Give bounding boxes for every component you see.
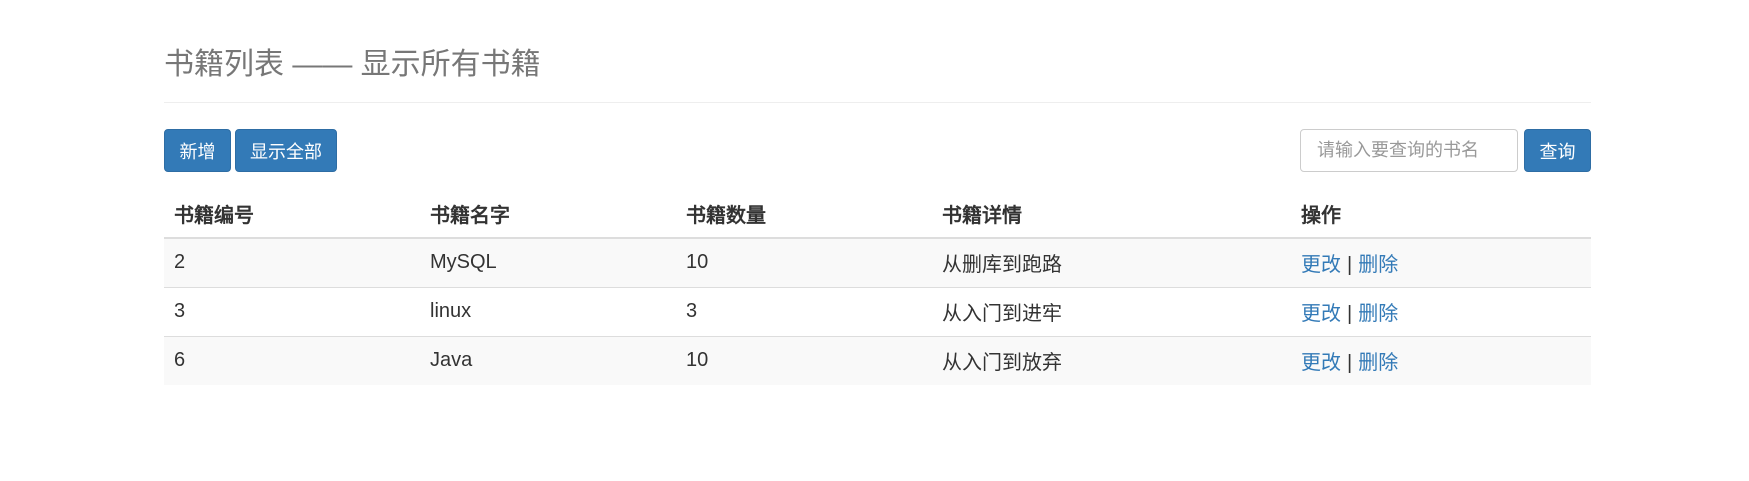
cell-book-id: 3 <box>164 286 420 336</box>
edit-link[interactable]: 更改 <box>1301 303 1341 325</box>
column-header-detail: 书籍详情 <box>932 189 1291 239</box>
column-header-id: 书籍编号 <box>164 189 420 239</box>
action-separator: | <box>1347 254 1353 277</box>
books-table: 书籍编号 书籍名字 书籍数量 书籍详情 操作 2 MySQL 10 从删库到跑路… <box>164 189 1591 385</box>
cell-book-detail: 从入门到进牢 <box>932 286 1291 336</box>
action-separator: | <box>1347 352 1353 375</box>
cell-book-id: 2 <box>164 238 420 287</box>
table-row: 6 Java 10 从入门到放弃 更改 | 删除 <box>164 335 1591 385</box>
column-header-actions: 操作 <box>1291 189 1591 239</box>
table-row: 3 linux 3 从入门到进牢 更改 | 删除 <box>164 286 1591 336</box>
page-title: 书籍列表 —— 显示所有书籍 <box>164 48 541 81</box>
toolbar: 新增 显示全部 查询 <box>164 129 1591 172</box>
edit-link[interactable]: 更改 <box>1301 254 1341 276</box>
column-header-count: 书籍数量 <box>676 189 932 239</box>
page-container: 书籍列表 —— 显示所有书籍 新增 显示全部 查询 书籍编号 书籍名字 书籍数量… <box>164 0 1591 385</box>
table-row: 2 MySQL 10 从删库到跑路 更改 | 删除 <box>164 238 1591 287</box>
cell-book-count: 3 <box>676 286 932 336</box>
delete-link[interactable]: 删除 <box>1358 303 1398 325</box>
show-all-button[interactable]: 显示全部 <box>235 129 337 172</box>
page-header: 书籍列表 —— 显示所有书籍 <box>164 0 1591 103</box>
column-header-name: 书籍名字 <box>420 189 676 239</box>
action-separator: | <box>1347 303 1353 325</box>
cell-book-name: Java <box>420 335 676 385</box>
query-button[interactable]: 查询 <box>1524 129 1591 172</box>
cell-book-count: 10 <box>676 335 932 385</box>
cell-actions: 更改 | 删除 <box>1291 238 1591 287</box>
cell-actions: 更改 | 删除 <box>1291 335 1591 385</box>
cell-book-name: MySQL <box>420 238 676 287</box>
cell-book-detail: 从入门到放弃 <box>932 335 1291 385</box>
cell-book-count: 10 <box>676 238 932 287</box>
book-search-input[interactable] <box>1300 129 1518 172</box>
table-header-row: 书籍编号 书籍名字 书籍数量 书籍详情 操作 <box>164 189 1591 239</box>
delete-link[interactable]: 删除 <box>1358 254 1398 276</box>
add-book-button[interactable]: 新增 <box>164 129 231 172</box>
edit-link[interactable]: 更改 <box>1301 352 1341 374</box>
delete-link[interactable]: 删除 <box>1358 352 1398 374</box>
cell-book-id: 6 <box>164 335 420 385</box>
cell-book-detail: 从删库到跑路 <box>932 238 1291 287</box>
cell-book-name: linux <box>420 286 676 336</box>
cell-actions: 更改 | 删除 <box>1291 286 1591 336</box>
